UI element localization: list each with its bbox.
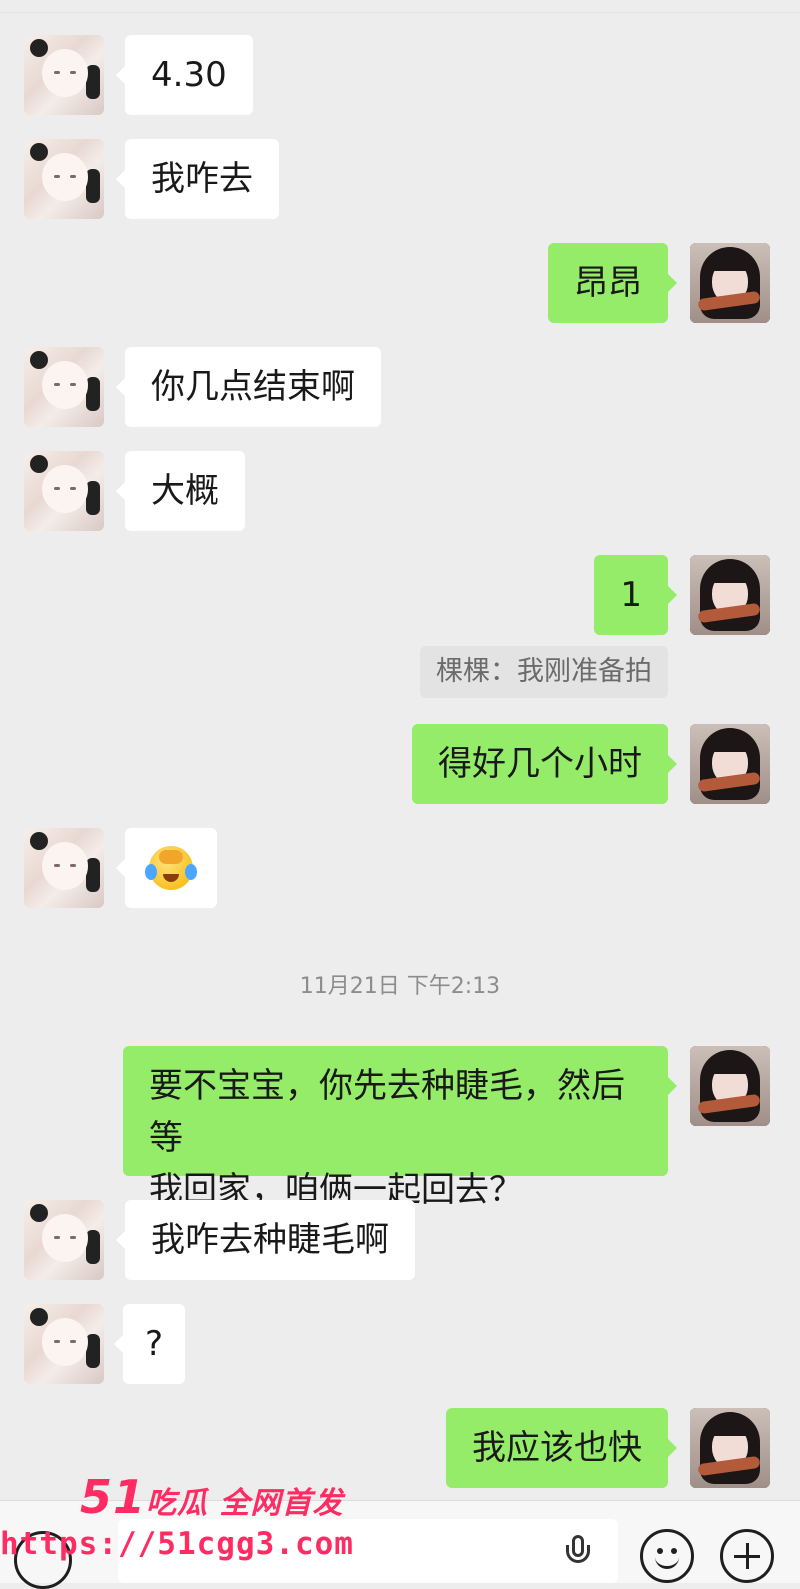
microphone-icon[interactable]	[566, 1535, 590, 1571]
plus-icon[interactable]	[720, 1529, 774, 1583]
message-bubble-self[interactable]: 要不宝宝，你先去种睫毛，然后等 我回家，咱俩一起回去？	[123, 1046, 677, 1210]
message-bubble-self[interactable]: 得好几个小时	[412, 724, 677, 804]
self-avatar[interactable]	[690, 1046, 770, 1126]
top-divider	[0, 0, 800, 13]
self-avatar[interactable]	[690, 724, 770, 804]
message-bubble[interactable]: 我咋去	[116, 139, 279, 219]
facepalm-crying-emoji-icon	[145, 845, 197, 890]
message-bubble[interactable]	[116, 828, 217, 908]
message-bubble-self[interactable]: 1	[594, 555, 677, 635]
message-bubble-self[interactable]: 我应该也快	[446, 1408, 677, 1488]
contact-avatar[interactable]	[24, 1304, 104, 1384]
contact-avatar[interactable]	[24, 451, 104, 531]
self-avatar[interactable]	[690, 243, 770, 323]
self-avatar[interactable]	[690, 555, 770, 635]
watermark-title: 51吃瓜 全网首发	[80, 1470, 343, 1524]
watermark-text: 吃瓜 全网首发	[146, 1486, 344, 1521]
message-bubble[interactable]: ?	[113, 1304, 186, 1384]
quoted-message[interactable]: 棵棵：我刚准备拍	[420, 646, 668, 698]
contact-avatar[interactable]	[24, 347, 104, 427]
message-bubble[interactable]: 大概	[116, 451, 245, 531]
watermark-number: 51	[80, 1470, 147, 1524]
chat-timestamp: 11月21日 下午2:13	[299, 974, 501, 999]
self-avatar[interactable]	[690, 1408, 770, 1488]
contact-avatar[interactable]	[24, 1200, 104, 1280]
message-bubble[interactable]: 4.30	[116, 35, 253, 115]
message-bubble[interactable]: 我咋去种睫毛啊	[116, 1200, 415, 1280]
contact-avatar[interactable]	[24, 35, 104, 115]
message-text-line: 要不宝宝，你先去种睫毛，然后等	[149, 1066, 625, 1158]
contact-avatar[interactable]	[24, 139, 104, 219]
contact-avatar[interactable]	[24, 828, 104, 908]
message-bubble-self[interactable]: 昂昂	[548, 243, 677, 323]
emoji-icon[interactable]	[640, 1529, 694, 1583]
message-bubble[interactable]: 你几点结束啊	[116, 347, 381, 427]
watermark-url: https://51cgg3.com	[0, 1526, 354, 1562]
